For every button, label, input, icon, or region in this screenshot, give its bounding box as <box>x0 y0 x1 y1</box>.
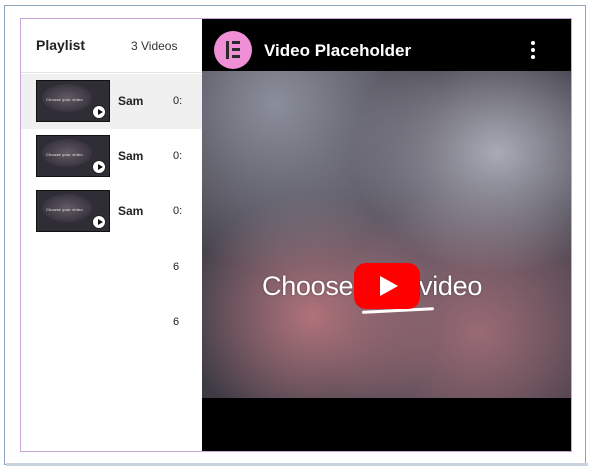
play-icon <box>92 160 106 174</box>
video-thumbnail: Choose your video <box>36 190 110 232</box>
video-name: Sam <box>118 204 144 218</box>
thumbnail-text: Choose your video <box>46 97 83 102</box>
video-title[interactable]: Video Placeholder <box>264 41 411 61</box>
video-thumbnail: Choose your video <box>36 80 110 122</box>
video-name: Sam <box>118 149 144 163</box>
overflow-text: 6 <box>173 261 180 273</box>
thumbnail-text: Choose your video <box>46 152 83 157</box>
video-frame[interactable]: Choose your video <box>202 71 571 398</box>
player-top-bar: Video Placeholder <box>202 19 571 71</box>
video-player[interactable]: Choose your video Video Placeholder <box>202 19 571 451</box>
play-icon <box>92 105 106 119</box>
video-playlist-widget: Playlist 3 Videos Choose your video Sam … <box>20 18 572 452</box>
thumbnail-text: Choose your video <box>46 207 83 212</box>
overflow-text: 6 <box>173 316 180 328</box>
playlist-header: Playlist 3 Videos <box>21 19 202 73</box>
video-name: Sam <box>118 94 144 108</box>
playlist-item-3[interactable]: Choose your video Sam 0: <box>21 184 202 239</box>
playlist-item-1[interactable]: Choose your video Sam 0: <box>21 74 202 129</box>
video-duration: 0: <box>173 95 183 107</box>
frame-shadow <box>6 463 588 466</box>
play-icon <box>92 215 106 229</box>
video-duration: 0: <box>173 205 183 217</box>
playlist-count: 3 Videos <box>131 39 178 53</box>
more-vertical-icon[interactable] <box>526 41 540 61</box>
player-bottom-bar <box>202 398 571 451</box>
video-thumbnail: Choose your video <box>36 135 110 177</box>
youtube-play-icon[interactable] <box>354 263 420 309</box>
playlist-title: Playlist <box>36 37 86 53</box>
playlist-item-2[interactable]: Choose your video Sam 0: <box>21 129 202 184</box>
playlist-sidebar: Playlist 3 Videos Choose your video Sam … <box>21 19 202 451</box>
elementor-logo-icon[interactable] <box>214 31 252 69</box>
video-duration: 0: <box>173 150 183 162</box>
